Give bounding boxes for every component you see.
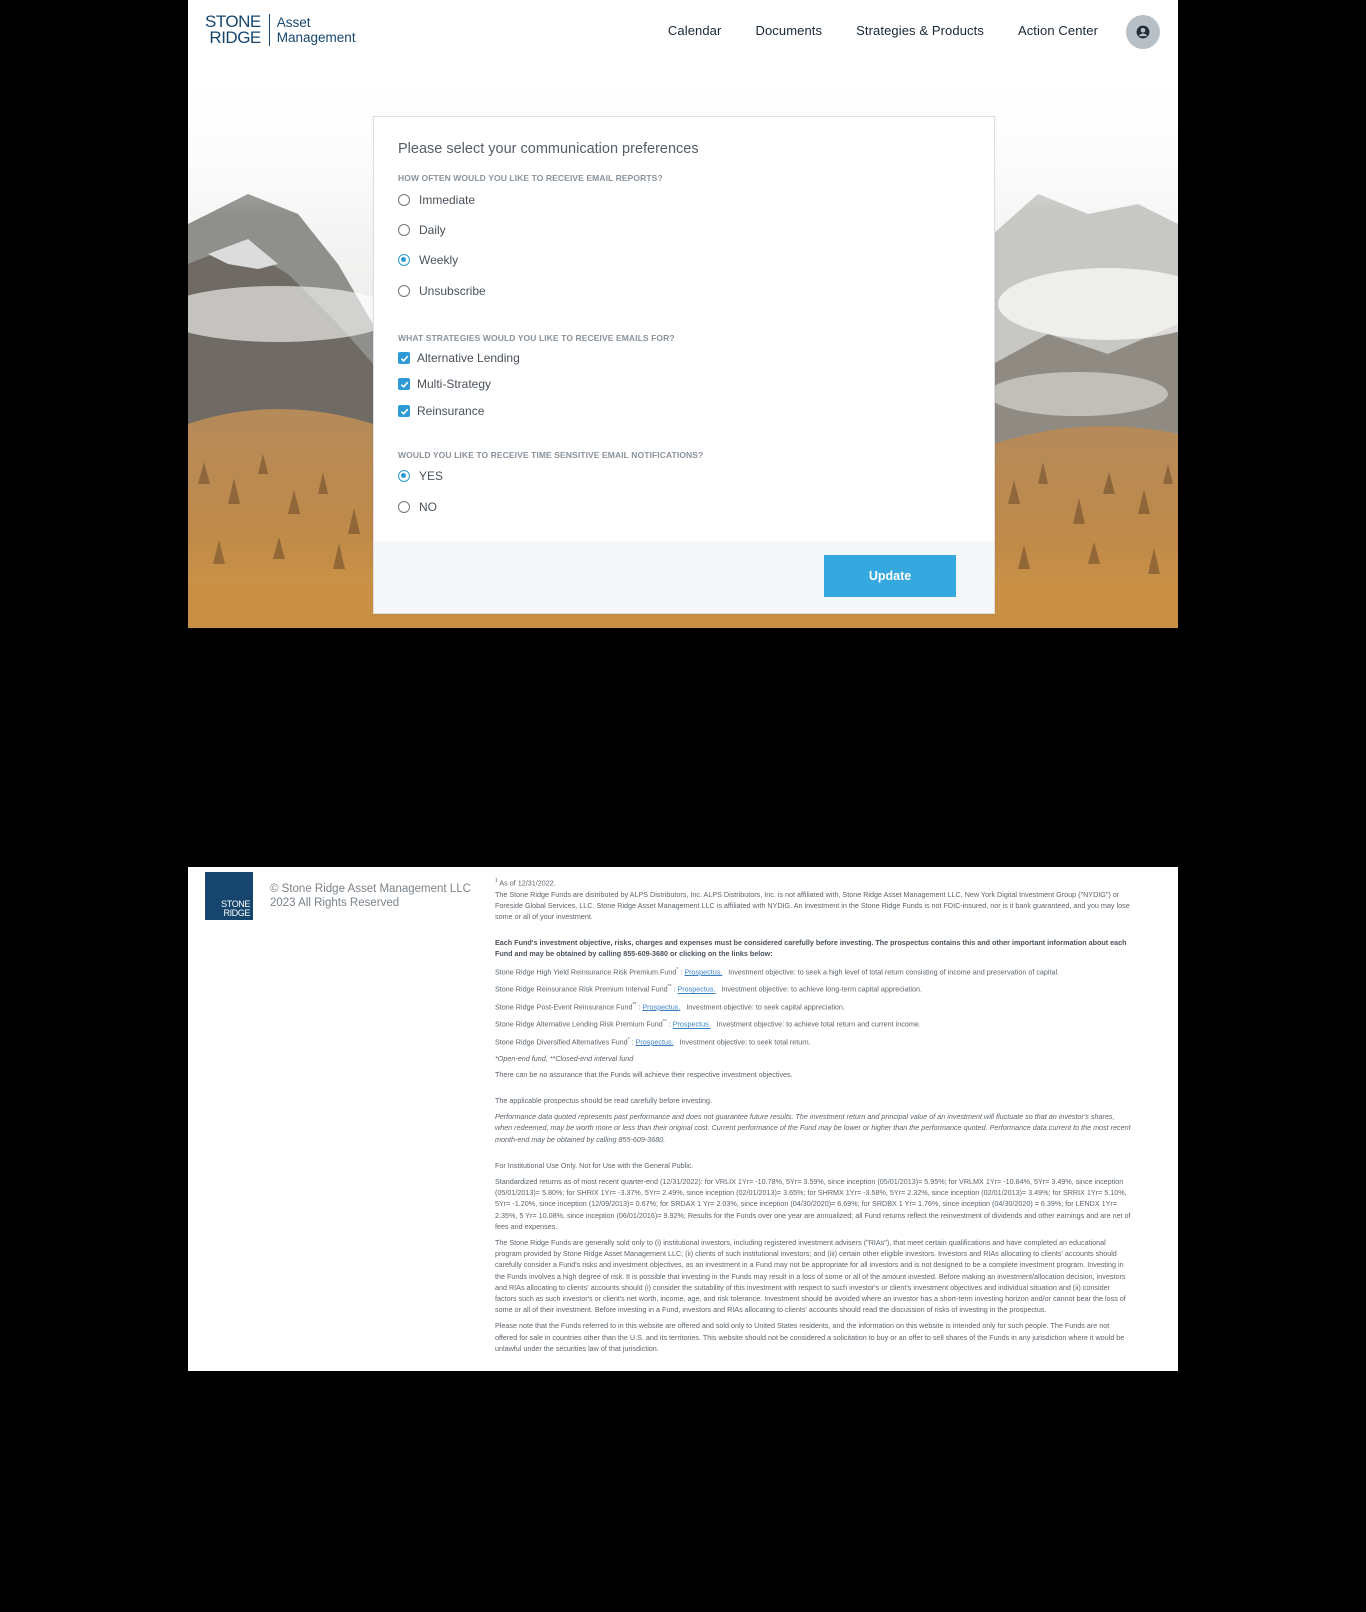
checkmark-icon: [400, 381, 408, 388]
checkbox-label: Reinsurance: [417, 404, 485, 418]
radio-immediate[interactable]: Immediate: [398, 193, 475, 207]
logo-wordmark: STONE RIDGE: [205, 13, 261, 47]
nav-action-center[interactable]: Action Center: [1018, 23, 1098, 38]
prospectus-link[interactable]: Prospectus.: [677, 985, 715, 994]
logo-line-2: RIDGE: [209, 28, 261, 47]
fund-mark: **: [667, 984, 672, 991]
nav-calendar[interactable]: Calendar: [668, 23, 722, 38]
radio-label: Unsubscribe: [419, 284, 486, 298]
radio-circle[interactable]: [398, 501, 410, 513]
fund-name: Stone Ridge High Yield Reinsurance Risk …: [495, 967, 677, 976]
radio-no[interactable]: NO: [398, 500, 437, 514]
footer-logo-line-2: RIDGE: [223, 908, 250, 918]
fund-name: Stone Ridge Post-Event Reinsurance Fund: [495, 1002, 633, 1012]
copyright: © Stone Ridge Asset Management LLC 2023 …: [270, 882, 480, 910]
us-only-note: Please note that the Funds referred to i…: [495, 1321, 1125, 1353]
fund-types-note: *Open-end fund, **Closed-end interval fu…: [495, 1053, 634, 1063]
site-footer: STONE RIDGE © Stone Ridge Asset Manageme…: [188, 867, 1178, 1371]
fund-mark: **: [632, 1001, 637, 1008]
checkbox-checked[interactable]: [398, 378, 410, 390]
stone-ridge-logo[interactable]: STONE RIDGE Asset Management: [205, 13, 356, 47]
sold-only-note: The Stone Ridge Funds are generally sold…: [495, 1238, 1126, 1315]
user-circle-icon: [1136, 25, 1150, 39]
prospectus-link[interactable]: Prospectus.: [642, 1002, 680, 1011]
checkbox-multi-strategy[interactable]: Multi-Strategy: [398, 377, 491, 391]
fund-mark: **: [662, 1019, 667, 1026]
main-nav: Calendar Documents Strategies & Products…: [668, 23, 1098, 38]
fund-objective: Investment objective: to achieve long-te…: [721, 984, 922, 994]
radio-circle-selected[interactable]: [398, 254, 410, 266]
preferences-card: Please select your communication prefere…: [373, 116, 995, 614]
logo-divider: [268, 14, 270, 46]
fund-objective: Investment objective: to seek total retu…: [679, 1037, 811, 1047]
checkmark-icon: [400, 355, 408, 362]
institutional-note: For Institutional Use Only. Not for Use …: [495, 1160, 694, 1170]
radio-circle-selected[interactable]: [398, 470, 410, 482]
nav-documents[interactable]: Documents: [755, 23, 822, 38]
no-assurance-note: There can be no assurance that the Funds…: [495, 1069, 793, 1079]
checkbox-alternative-lending[interactable]: Alternative Lending: [398, 351, 520, 365]
disclosure-asof: 1 As of 12/31/2022. The Stone Ridge Fund…: [495, 878, 1130, 921]
fund-name: Stone Ridge Diversified Alternatives Fun…: [495, 1037, 628, 1047]
checkbox-label: Multi-Strategy: [417, 377, 492, 391]
prospectus-link[interactable]: Prospectus.: [684, 967, 722, 976]
checkbox-label: Alternative Lending: [417, 351, 520, 365]
distribution-text: The Stone Ridge Funds are distributed by…: [495, 889, 1130, 921]
checkmark-icon: [400, 408, 408, 415]
logo-sub-line-2: Management: [276, 30, 356, 45]
update-button[interactable]: Update: [824, 555, 956, 597]
checkbox-reinsurance[interactable]: Reinsurance: [398, 404, 484, 418]
logo-subtitle: Asset Management: [277, 15, 356, 45]
question-strategies: WHAT STRATEGIES WOULD YOU LIKE TO RECEIV…: [398, 333, 675, 343]
fund-line: Stone Ridge Post-Event Reinsurance Fund*…: [495, 1001, 845, 1012]
fund-line: Stone Ridge Diversified Alternatives Fun…: [495, 1036, 811, 1047]
asof-text: As of 12/31/2022.: [499, 878, 556, 888]
user-menu-button[interactable]: [1126, 15, 1160, 49]
radio-label: NO: [419, 500, 437, 514]
footer-logo: STONE RIDGE: [205, 872, 253, 920]
card-title: Please select your communication prefere…: [398, 141, 699, 157]
prospectus-notice: Each Fund's investment objective, risks,…: [495, 938, 1127, 959]
radio-unsubscribe[interactable]: Unsubscribe: [398, 284, 486, 298]
logo-sub-line-1: Asset: [276, 15, 311, 30]
fund-mark: *: [676, 966, 679, 973]
radio-label: YES: [419, 469, 444, 483]
copyright-line-1: © Stone Ridge Asset Management LLC: [270, 883, 471, 895]
radio-yes[interactable]: YES: [398, 469, 443, 483]
checkbox-checked[interactable]: [398, 352, 410, 364]
fund-name: Stone Ridge Reinsurance Risk Premium Int…: [495, 984, 668, 994]
fund-objective: Investment objective: to seek a high lev…: [728, 967, 1060, 976]
performance-note: Performance data quoted represents past …: [495, 1112, 1131, 1144]
nav-strategies-products[interactable]: Strategies & Products: [856, 23, 984, 38]
disclosures: 1 As of 12/31/2022. The Stone Ridge Fund…: [495, 876, 1131, 1359]
top-header: STONE RIDGE Asset Management Calendar Do…: [188, 0, 1178, 64]
read-prospectus-note: The applicable prospectus should be read…: [495, 1095, 712, 1105]
fund-objective: Investment objective: to achieve total r…: [716, 1019, 921, 1029]
question-time-sensitive: WOULD YOU LIKE TO RECEIVE TIME SENSITIVE…: [398, 450, 704, 460]
fund-mark: *: [627, 1036, 630, 1043]
standardized-returns: Standardized returns as of most recent q…: [495, 1177, 1131, 1231]
radio-weekly[interactable]: Weekly: [398, 253, 458, 267]
fund-line: Stone Ridge Alternative Lending Risk Pre…: [495, 1019, 921, 1029]
prospectus-link[interactable]: Prospectus.: [636, 1037, 674, 1046]
radio-circle[interactable]: [398, 224, 410, 236]
copyright-line-2: 2023 All Rights Reserved: [270, 897, 400, 909]
fund-line: Stone Ridge High Yield Reinsurance Risk …: [495, 966, 1060, 976]
checkbox-checked[interactable]: [398, 405, 410, 417]
radio-daily[interactable]: Daily: [398, 223, 446, 237]
card-action-bar: Update: [374, 541, 994, 613]
question-email-frequency: HOW OFTEN WOULD YOU LIKE TO RECEIVE EMAI…: [398, 173, 663, 183]
fund-objective: Investment objective: to seek capital ap…: [686, 1002, 845, 1012]
prospectus-link[interactable]: Prospectus.: [673, 1020, 711, 1029]
radio-circle[interactable]: [398, 285, 410, 297]
fund-line: Stone Ridge Reinsurance Risk Premium Int…: [495, 984, 922, 994]
radio-label: Daily: [419, 223, 446, 237]
radio-label: Immediate: [419, 193, 476, 207]
radio-circle[interactable]: [398, 194, 410, 206]
radio-label: Weekly: [419, 253, 459, 267]
fund-name: Stone Ridge Alternative Lending Risk Pre…: [495, 1019, 663, 1029]
